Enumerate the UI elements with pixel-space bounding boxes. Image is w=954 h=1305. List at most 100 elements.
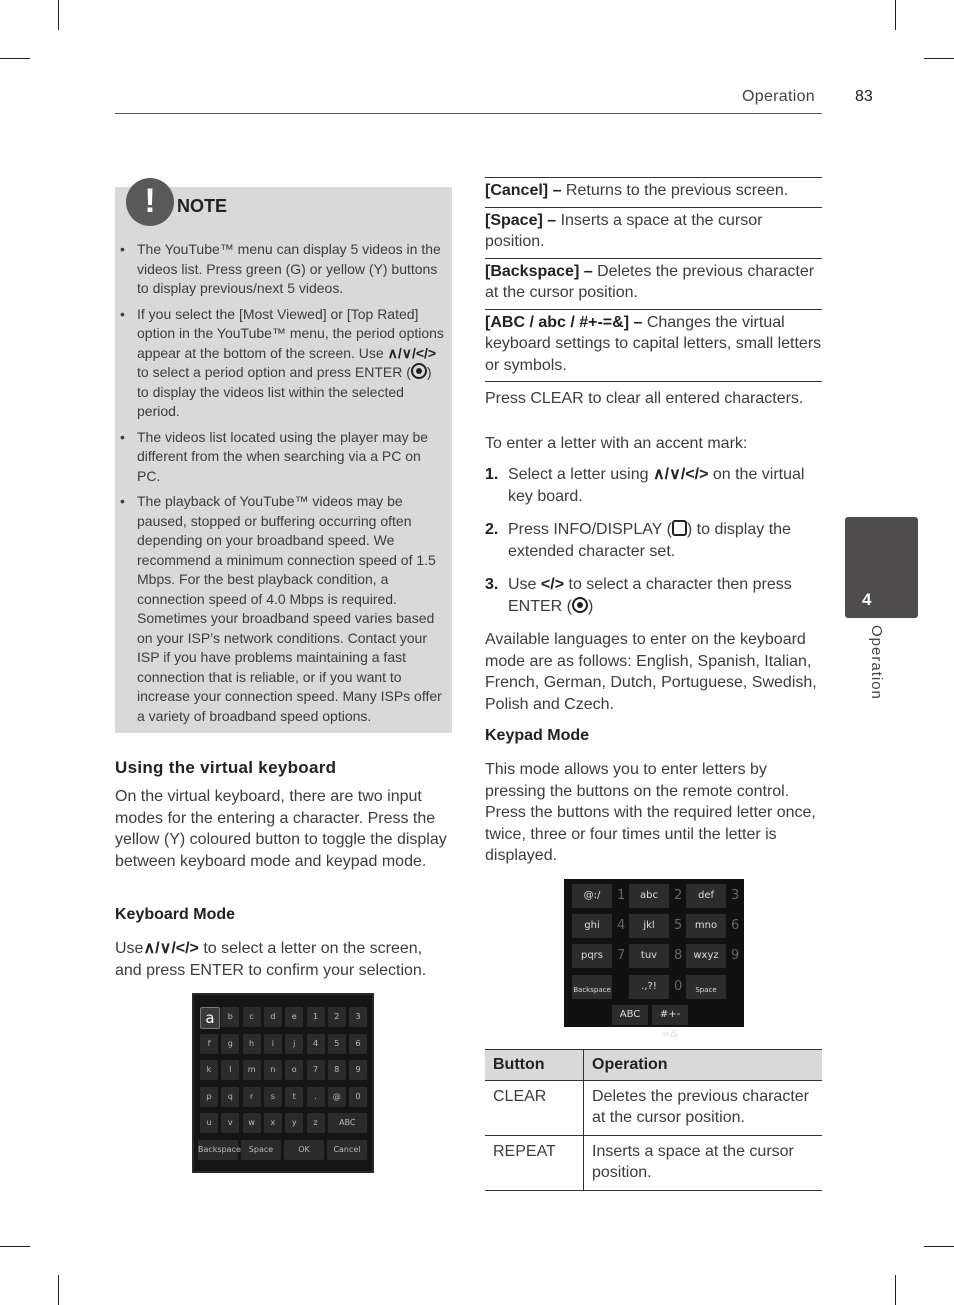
arrow-keys-icon: ∧/∨/</> xyxy=(143,940,199,957)
note-item: • The videos list located using the playe… xyxy=(120,428,429,484)
keyboard-key: d xyxy=(263,1007,282,1027)
keyboard-key: p xyxy=(200,1086,218,1107)
keyboard-key: b xyxy=(221,1007,240,1027)
languages-paragraph: Available languages to enter on the keyb… xyxy=(485,631,817,713)
keyboard-key: 4 xyxy=(306,1033,325,1054)
keypad-key: Space xyxy=(686,975,726,999)
keypad-key: tuv xyxy=(629,944,669,968)
definition-list: [Cancel] – Returns to the previous scree… xyxy=(485,177,822,382)
keyboard-key: Space xyxy=(241,1139,281,1160)
button-operation-table: Button Operation CLEAR Deletes the previ… xyxy=(485,1049,822,1191)
keypad-number: 3 xyxy=(731,888,740,903)
keyboard-key: u xyxy=(200,1113,218,1133)
note-list: • The YouTube™ menu can display 5 videos … xyxy=(115,240,445,732)
keyboard-key: v xyxy=(221,1113,240,1133)
clear-paragraph: Press CLEAR to clear all entered charact… xyxy=(485,390,804,407)
running-header-section: Operation xyxy=(742,88,815,105)
table-header-row: Button Operation xyxy=(485,1049,822,1081)
keyboard-key: ABC xyxy=(327,1113,367,1133)
keypad-mode-paragraph: This mode allows you to enter letters by… xyxy=(485,761,816,864)
crop-mark xyxy=(895,0,896,30)
table-cell: CLEAR xyxy=(485,1080,584,1136)
keyboard-key: Backspace xyxy=(198,1139,241,1160)
keypad-image: @:/ abc def ghi jkl mno pqrs tuv wxyz Backspace.,… xyxy=(564,879,744,1040)
keypad-mode-heading: Keypad Mode xyxy=(485,727,590,744)
arrow-keys-icon: ∧/∨/</> xyxy=(387,344,437,361)
keyboard-key: Cancel xyxy=(327,1139,367,1160)
keypad-key: @:/ xyxy=(572,884,612,908)
chapter-label: Operation xyxy=(868,625,885,700)
crop-mark xyxy=(924,1246,954,1247)
crop-mark xyxy=(0,1246,30,1247)
chapter-number: 4 xyxy=(862,590,872,609)
keypad-key: pqrs xyxy=(572,944,612,968)
keyboard-key: o xyxy=(285,1060,304,1080)
keyboard-key: @ xyxy=(327,1086,346,1107)
bullet-icon: • xyxy=(120,305,125,322)
table-cell: REPEAT xyxy=(485,1135,584,1191)
enter-button-icon xyxy=(410,363,427,379)
note-box: ! NOTE • The YouTube™ menu can display 5 … xyxy=(115,178,452,733)
keypad-key: jkl xyxy=(629,914,669,938)
keyboard-key: n xyxy=(263,1060,282,1080)
keyboard-key: i xyxy=(263,1033,282,1054)
keypad-number: 5 xyxy=(674,918,683,933)
definition-item: [Space] – Inserts a space at the cursor … xyxy=(485,206,822,258)
crop-mark xyxy=(58,1275,59,1305)
definition-item: [Backspace] – Deletes the previous chara… xyxy=(485,257,822,309)
keyboard-key: z xyxy=(306,1113,325,1133)
keyboard-key: OK xyxy=(284,1139,324,1160)
keypad-key: .,?! xyxy=(629,975,669,999)
definition-item: [Cancel] – Returns to the previous scree… xyxy=(485,177,822,207)
note-item: • The YouTube™ menu can display 5 videos … xyxy=(120,241,441,296)
keyboard-key: 9 xyxy=(349,1060,368,1080)
note-item: • The playback of YouTube™ videos may be … xyxy=(120,493,442,724)
bullet-icon: • xyxy=(120,493,125,509)
exclamation-icon: ! xyxy=(126,178,174,226)
keyboard-key: w xyxy=(242,1113,261,1133)
keyboard-key: l xyxy=(221,1060,240,1080)
crop-mark xyxy=(0,58,30,59)
keyboard-key: g xyxy=(221,1033,240,1054)
keyboard-key: m xyxy=(242,1060,261,1080)
keyboard-key: k xyxy=(200,1060,218,1080)
table-cell: Inserts a space at the cursor position. xyxy=(583,1135,822,1191)
keypad-number: 4 xyxy=(617,918,626,933)
keyboard-key: j xyxy=(285,1033,304,1054)
column-header: Button xyxy=(485,1049,584,1081)
keyboard-key: 3 xyxy=(349,1007,368,1027)
table-cell: Deletes the previous character at the cu… xyxy=(583,1080,822,1136)
keyboard-key: 8 xyxy=(327,1060,346,1080)
keypad-key: ghi xyxy=(572,914,612,938)
crop-mark xyxy=(895,1275,896,1305)
keyboard-key: . xyxy=(306,1086,325,1107)
note-item: • If you select the [Most Viewed] or [Top… xyxy=(120,305,444,420)
keyboard-key: 6 xyxy=(349,1033,368,1054)
step-item: 1. Select a letter using ∧/∨/</> on the v… xyxy=(485,466,805,505)
keypad-number: 2 xyxy=(674,888,683,903)
page-number: 83 xyxy=(855,88,873,105)
step-item: 2. Press INFO/DISPLAY () to display the e… xyxy=(485,520,791,560)
note-title: NOTE xyxy=(177,196,228,216)
keypad-key: Backspace xyxy=(572,975,612,999)
steps-list: 1. Select a letter using ∧/∨/</> on the v… xyxy=(485,464,825,629)
keyboard-key: 1 xyxy=(306,1007,325,1027)
crop-mark xyxy=(924,58,954,59)
keyboard-key: 2 xyxy=(327,1007,346,1027)
crop-mark xyxy=(58,0,59,30)
arrow-keys-icon: </> xyxy=(540,576,565,593)
keypad-key: #+-=& xyxy=(652,1005,688,1040)
keyboard-key: t xyxy=(285,1086,304,1107)
bullet-icon: • xyxy=(120,241,125,257)
definition-item: [ABC / abc / #+-=&] – Changes the virtua… xyxy=(485,308,822,382)
keypad-key: ABC xyxy=(612,1005,648,1025)
keypad-key: abc xyxy=(629,884,669,908)
keyboard-key: h xyxy=(242,1033,261,1054)
intro-paragraph: On the virtual keyboard, there are two i… xyxy=(115,788,447,870)
accent-intro: To enter a letter with an accent mark: xyxy=(485,435,748,452)
keyboard-key: 7 xyxy=(306,1060,325,1080)
keypad-number: 1 xyxy=(617,888,626,903)
keypad-number: 9 xyxy=(731,948,740,963)
column-header: Operation xyxy=(583,1049,822,1081)
keypad-key: mno xyxy=(686,914,726,938)
